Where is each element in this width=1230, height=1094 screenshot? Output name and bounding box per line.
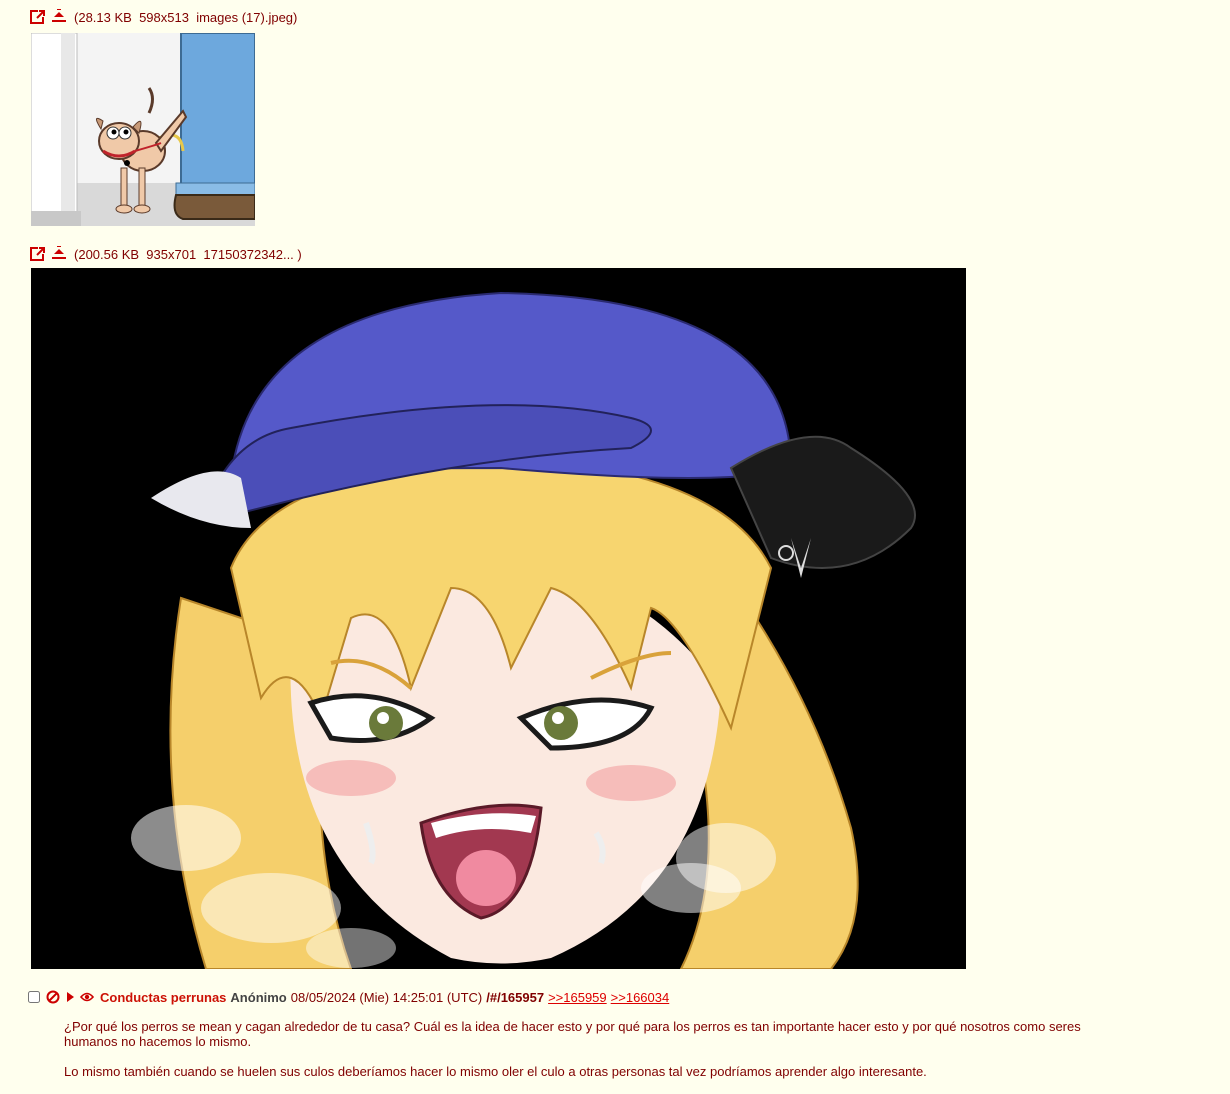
file-name[interactable]: 17150372342... [203,247,297,262]
post-menu-arrow-icon[interactable] [63,990,77,1004]
file-info-2: (200.56 KB 935x701 17150372342... ) [30,245,302,263]
post-header: Conductas perrunas Anónimo 08/05/2024 (M… [28,988,669,1006]
external-link-icon[interactable] [30,9,46,25]
file-size: 200.56 KB [78,246,140,262]
image-thumbnail-anime[interactable] [31,268,966,969]
file-info-1: (28.13 KB 598x513 images (17).jpeg) [30,8,297,26]
file-name[interactable]: images (17).jpeg [196,10,293,25]
post-paragraph: ¿Por qué los perros se mean y cagan alre… [64,1019,1081,1049]
reply-backlink[interactable]: >>165959 [548,990,607,1005]
post-select-checkbox[interactable] [28,991,40,1003]
post-number-link[interactable]: /#/165957 [486,990,544,1005]
poster-name: Anónimo [230,989,287,1005]
file-dimensions: 598x513 [139,9,189,25]
external-link-icon[interactable] [30,246,46,262]
hide-post-icon[interactable] [46,990,60,1004]
watch-thread-icon[interactable] [80,990,94,1004]
file-size: 28.13 KB [78,9,132,25]
file-dimensions: 935x701 [146,246,197,262]
post-subject: Conductas perrunas [100,989,227,1005]
post-datetime: 08/05/2024 (Mie) 14:25:01 (UTC) [290,989,483,1005]
download-icon[interactable] [51,246,67,262]
reply-backlink[interactable]: >>166034 [611,990,670,1005]
file-meta-2: (200.56 KB 935x701 17150372342... ) [74,246,302,262]
download-icon[interactable] [51,9,67,25]
image-thumbnail-dog[interactable] [31,33,255,226]
post-paragraph: Lo mismo también cuando se huelen sus cu… [64,1064,927,1079]
file-meta-1: (28.13 KB 598x513 images (17).jpeg) [74,9,298,25]
post-message: ¿Por qué los perros se mean y cagan alre… [64,1019,1134,1094]
